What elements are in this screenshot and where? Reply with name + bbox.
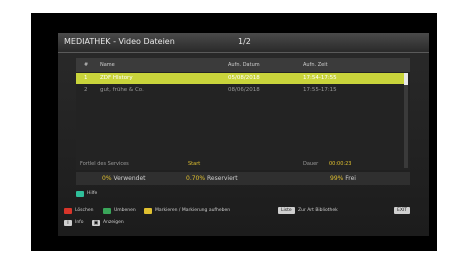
row-time: 17:54-17:55 <box>303 75 337 81</box>
row-date: 05/08/2018 <box>228 75 260 81</box>
list-scrollbar[interactable] <box>404 73 408 168</box>
duration-value: 00:00:23 <box>329 161 352 167</box>
mark-label: Markieren / Markierung aufheben <box>155 208 231 213</box>
header-bar: MEDIATHEK - Video Dateien 1/2 <box>58 33 429 53</box>
service-label: Fortlel des Services <box>80 161 129 167</box>
list-header: # Name Aufn. Datum Aufn. Zeit <box>76 58 410 72</box>
column-date: Aufn. Datum <box>228 62 260 68</box>
storage-free: 99% Frei <box>330 175 356 182</box>
info-label: Info <box>75 220 84 225</box>
display-key-icon[interactable]: ▣ <box>92 220 100 226</box>
column-index: # <box>84 62 89 68</box>
yellow-key-icon[interactable] <box>144 208 152 214</box>
page-indicator: 1/2 <box>238 37 251 46</box>
library-label: Zur Art Bibliothek <box>298 208 338 213</box>
reserved-percent: 0.70% <box>186 175 206 182</box>
column-time: Aufn. Zeit <box>303 62 328 68</box>
row-time: 17:55-17:15 <box>303 87 337 93</box>
recordings-list: # Name Aufn. Datum Aufn. Zeit 1 ZDF HIst… <box>76 58 410 170</box>
list-item[interactable]: 1 ZDF HIstory 05/08/2018 17:54-17:55 <box>76 73 404 84</box>
list-item[interactable]: 2 gut, frühe & Co. 08/06/2018 17:55-17:1… <box>76 85 404 96</box>
green-key-icon[interactable] <box>103 208 111 214</box>
row-index: 1 <box>84 75 88 81</box>
free-percent: 99% <box>330 175 344 182</box>
storage-bar: 0% Verwendet 0.70% Reserviert 99% Frei <box>76 172 410 185</box>
row-date: 08/06/2018 <box>228 87 260 93</box>
row-index: 2 <box>84 87 88 93</box>
tv-frame: MEDIATHEK - Video Dateien 1/2 # Name Auf… <box>0 0 469 261</box>
exit-key-button[interactable]: EXIT <box>394 207 411 214</box>
red-key-icon[interactable] <box>64 208 72 214</box>
row-name: gut, frühe & Co. <box>100 87 144 93</box>
list-key-button[interactable]: Liste <box>278 207 295 214</box>
status-row: Fortlel des Services Start Dauer 00:00:2… <box>76 158 410 170</box>
mediathek-panel: MEDIATHEK - Video Dateien 1/2 # Name Auf… <box>58 33 429 236</box>
page-title: MEDIATHEK - Video Dateien <box>64 37 175 46</box>
scrollbar-thumb[interactable] <box>404 73 408 85</box>
column-name: Name <box>100 62 115 68</box>
help-label: Hilfe <box>87 191 98 196</box>
used-percent: 0% <box>102 175 112 182</box>
info-key-icon[interactable]: i <box>64 220 72 226</box>
rename-label: Umbenen <box>114 208 136 213</box>
storage-reserved: 0.70% Reserviert <box>186 175 238 182</box>
reserved-label: Reserviert <box>206 175 238 182</box>
help-key-icon[interactable] <box>76 191 84 197</box>
storage-used: 0% Verwendet <box>102 175 146 182</box>
used-label: Verwendet <box>113 175 146 182</box>
duration-label: Dauer <box>303 161 319 167</box>
show-label: Anzeigen <box>103 220 124 225</box>
row-name: ZDF HIstory <box>100 75 133 81</box>
delete-label: Löschen <box>75 208 94 213</box>
free-label: Frei <box>345 175 356 182</box>
service-value: Start <box>188 161 201 167</box>
